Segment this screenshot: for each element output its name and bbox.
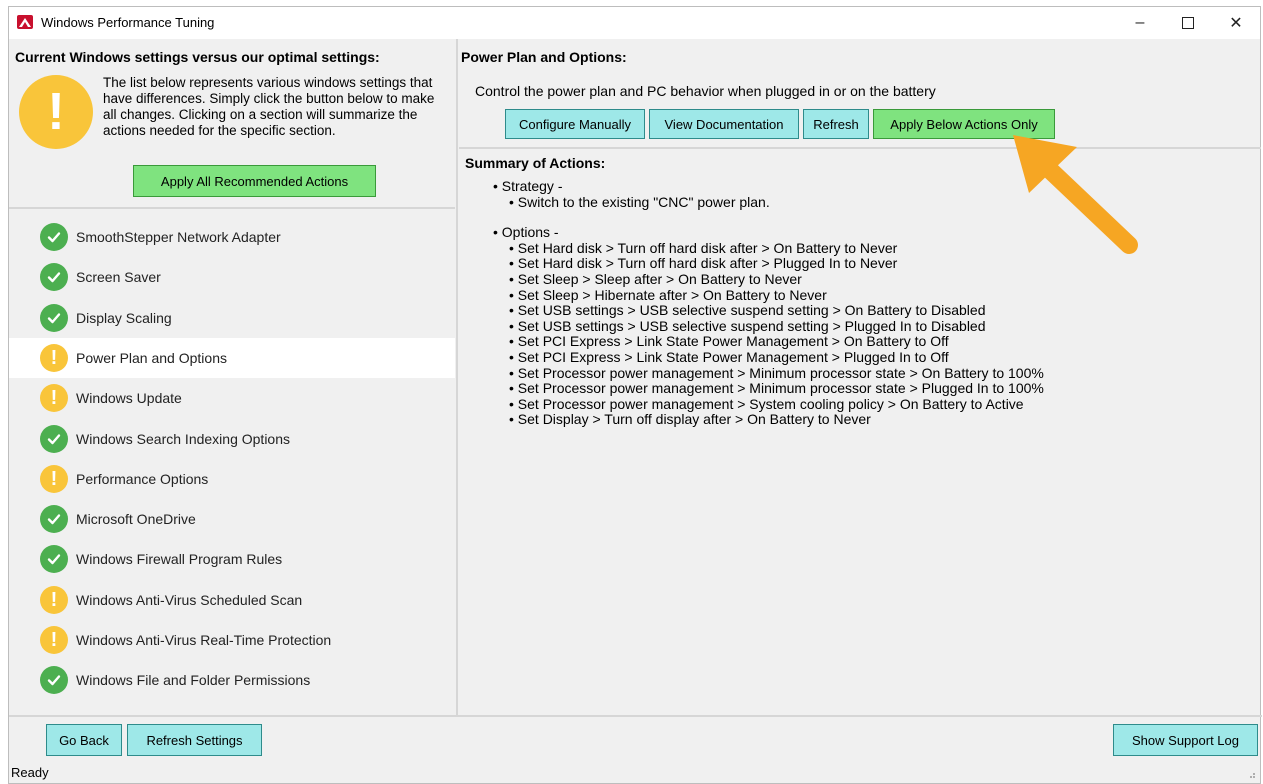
view-documentation-button[interactable]: View Documentation (649, 109, 799, 139)
summary-of-actions: • Strategy - • Switch to the existing "C… (473, 178, 1044, 428)
list-item[interactable]: Screen Saver (9, 257, 455, 297)
summary-line: • Set Processor power management > Minim… (509, 364, 1044, 381)
list-item[interactable]: ! Windows Update (9, 378, 455, 418)
list-item[interactable]: Microsoft OneDrive (9, 499, 455, 539)
warning-circle-icon: ! (40, 384, 68, 413)
list-item[interactable]: Windows Search Indexing Options (9, 419, 455, 459)
summary-line: • Set USB settings > USB selective suspe… (509, 302, 986, 319)
warning-circle-icon: ! (40, 626, 68, 654)
left-heading: Current Windows settings versus our opti… (15, 49, 380, 65)
right-description: Control the power plan and PC behavior w… (475, 83, 936, 99)
status-text: Ready (11, 765, 49, 780)
check-circle-icon (40, 666, 68, 695)
bottom-divider (9, 715, 1262, 717)
highlight-arrow-icon (1013, 135, 1138, 254)
summary-line: • Set Sleep > Sleep after > On Battery t… (509, 270, 802, 287)
list-item-label: Windows Firewall Program Rules (76, 551, 283, 568)
window-title: Windows Performance Tuning (41, 15, 215, 30)
refresh-button[interactable]: Refresh (803, 109, 869, 139)
refresh-settings-button[interactable]: Refresh Settings (127, 724, 262, 756)
warning-circle-icon: ! (40, 585, 68, 614)
left-divider (9, 207, 455, 209)
check-circle-icon (40, 263, 68, 292)
check-circle-icon (40, 303, 68, 332)
summary-line: • Set Sleep > Hibernate after > On Batte… (509, 286, 827, 303)
summary-line: • Set Hard disk > Turn off hard disk aft… (509, 239, 898, 256)
list-item[interactable]: Display Scaling (9, 298, 455, 338)
app-window: Windows Performance Tuning – ✕ Current W… (8, 6, 1262, 784)
strategy-title: • Strategy - (493, 178, 563, 194)
minimize-button[interactable]: – (1117, 7, 1163, 39)
list-item[interactable]: ! Windows Anti-Virus Real-Time Protection (9, 620, 455, 660)
list-item[interactable]: Windows File and Folder Permissions (9, 660, 455, 700)
summary-line: • Set Hard disk > Turn off hard disk aft… (509, 255, 898, 272)
show-support-log-button[interactable]: Show Support Log (1113, 724, 1258, 756)
summary-line: • Set USB settings > USB selective suspe… (509, 317, 986, 334)
app-logo-icon (17, 15, 33, 29)
list-item[interactable]: SmoothStepper Network Adapter (9, 217, 455, 257)
warning-icon: ! (19, 75, 93, 149)
panel-splitter[interactable] (456, 39, 458, 715)
go-back-button[interactable]: Go Back (46, 724, 122, 756)
list-item-label: Screen Saver (76, 269, 161, 286)
summary-line: • Set Processor power management > Syste… (509, 395, 1024, 412)
summary-heading: Summary of Actions: (465, 155, 606, 171)
list-item-label: Performance Options (76, 470, 209, 487)
minimize-icon: – (1135, 14, 1145, 31)
list-item[interactable]: ! Power Plan and Options (9, 337, 455, 378)
options-lines: • Set Hard disk > Turn off hard disk aft… (473, 239, 1044, 428)
list-item[interactable]: ! Windows Anti-Virus Scheduled Scan (9, 580, 455, 620)
warning-circle-icon: ! (40, 464, 68, 493)
summary-line: • Switch to the existing "CNC" power pla… (509, 193, 770, 210)
check-circle-icon (40, 505, 68, 534)
intro-text: The list below represents various window… (103, 75, 435, 138)
list-item-label: Windows Anti-Virus Scheduled Scan (76, 591, 303, 608)
title-bar: Windows Performance Tuning – ✕ (9, 7, 1260, 39)
maximize-icon (1182, 17, 1194, 29)
right-heading: Power Plan and Options: (461, 49, 627, 65)
warning-circle-icon: ! (40, 343, 68, 372)
list-item-label: Power Plan and Options (76, 349, 227, 366)
list-item[interactable]: Windows Firewall Program Rules (9, 539, 455, 579)
list-item-label: Windows Anti-Virus Real-Time Protection (76, 632, 332, 648)
options-title: • Options - (493, 224, 559, 241)
left-panel: Current Windows settings versus our opti… (9, 39, 455, 715)
list-item-label: Microsoft OneDrive (76, 511, 196, 528)
close-icon: ✕ (1229, 15, 1243, 32)
close-button[interactable]: ✕ (1213, 7, 1259, 39)
summary-line: • Set Processor power management > Minim… (509, 380, 1044, 397)
summary-line: • Set Display > Turn off display after >… (509, 411, 871, 428)
summary-line: • Set PCI Express > Link State Power Man… (509, 333, 949, 350)
list-item[interactable]: ! Performance Options (9, 459, 455, 499)
check-circle-icon (40, 424, 68, 453)
resize-grip-icon[interactable] (1246, 769, 1256, 779)
list-item-label: Windows Search Indexing Options (76, 430, 290, 447)
strategy-lines: • Switch to the existing "CNC" power pla… (473, 193, 1044, 211)
check-circle-icon (40, 545, 68, 574)
summary-line: • Set PCI Express > Link State Power Man… (509, 348, 949, 365)
list-item-label: SmoothStepper Network Adapter (76, 229, 281, 245)
apply-all-button[interactable]: Apply All Recommended Actions (133, 165, 376, 197)
configure-manually-button[interactable]: Configure Manually (505, 109, 645, 139)
maximize-button[interactable] (1165, 7, 1211, 39)
list-item-label: Windows File and Folder Permissions (76, 672, 311, 689)
list-item-label: Display Scaling (76, 309, 172, 326)
check-circle-icon (40, 223, 68, 251)
list-item-label: Windows Update (76, 390, 182, 407)
